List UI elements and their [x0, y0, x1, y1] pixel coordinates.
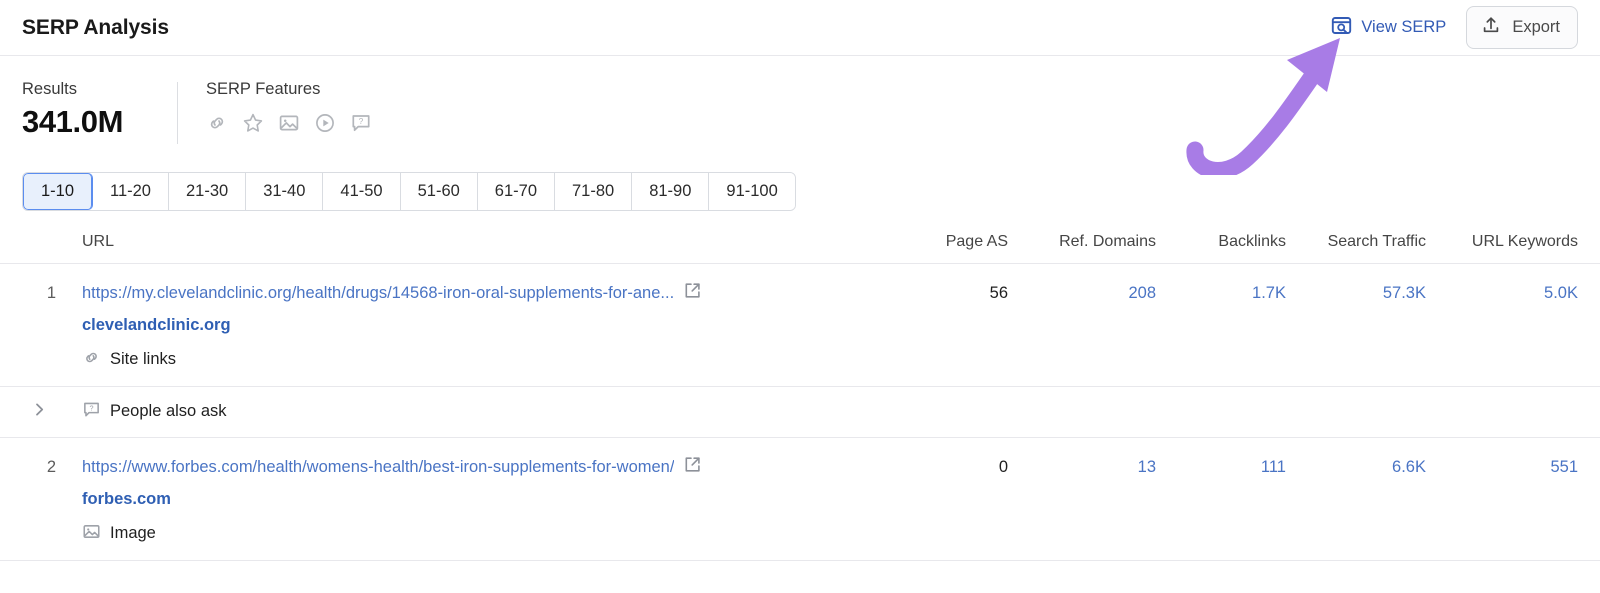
pagination-item-9[interactable]: 81-90	[632, 173, 710, 210]
image-icon	[82, 522, 101, 546]
row-search-traffic[interactable]: 6.6K	[1286, 455, 1426, 480]
column-header-ref-domains[interactable]: Ref. Domains	[1008, 233, 1156, 251]
results-label: Results	[22, 80, 78, 98]
browser-search-icon	[1331, 15, 1352, 41]
column-header-page-as[interactable]: Page AS	[906, 233, 1008, 251]
row-ref-domains[interactable]: 208	[1008, 281, 1156, 306]
export-button[interactable]: Export	[1466, 6, 1578, 49]
view-serp-button[interactable]: View SERP	[1329, 11, 1448, 45]
column-header-url: URL	[82, 232, 115, 250]
serp-features-label: SERP Features	[206, 80, 321, 98]
column-header-url-keywords[interactable]: URL Keywords	[1426, 233, 1578, 251]
external-link-icon[interactable]	[683, 281, 702, 308]
pagination-item-4[interactable]: 31-40	[246, 173, 324, 210]
column-header-backlinks[interactable]: Backlinks	[1156, 233, 1286, 251]
pagination-item-10[interactable]: 91-100	[709, 173, 795, 210]
row-ref-domains[interactable]: 13	[1008, 455, 1156, 480]
row-url-cell: https://my.clevelandclinic.org/health/dr…	[56, 281, 906, 372]
row-url-line: https://my.clevelandclinic.org/health/dr…	[82, 281, 906, 308]
row-url-keywords[interactable]: 5.0K	[1426, 281, 1578, 306]
serp-feature-row-label-wrap: ? People also ask	[56, 400, 227, 424]
row-backlinks[interactable]: 111	[1156, 455, 1286, 480]
row-page-as: 56	[989, 283, 1008, 302]
view-serp-label: View SERP	[1361, 18, 1447, 36]
row-page-as: 0	[998, 457, 1008, 476]
page-title: SERP Analysis	[22, 15, 169, 39]
serp-results-table: URL Page AS Ref. Domains Backlinks Searc…	[0, 233, 1600, 561]
chevron-right-icon	[31, 401, 48, 423]
serp-features-icon-list: ?	[206, 112, 372, 134]
external-link-icon[interactable]	[683, 455, 702, 482]
serp-features-metric: SERP Features ?	[206, 80, 372, 134]
row-search-traffic[interactable]: 57.3K	[1286, 281, 1426, 306]
results-metric: Results 341.0M	[22, 80, 177, 139]
sitelinks-icon[interactable]	[206, 112, 228, 134]
row-serp-feature-label: Image	[110, 524, 156, 543]
table-row: 2 https://www.forbes.com/health/womens-h…	[0, 438, 1600, 561]
results-value: 341.0M	[22, 104, 123, 140]
row-url-line: https://www.forbes.com/health/womens-hea…	[82, 455, 906, 482]
rank-range-pagination[interactable]: 1-10 11-20 21-30 31-40 41-50 51-60 61-70…	[22, 172, 796, 211]
pagination-item-3[interactable]: 21-30	[168, 173, 247, 210]
video-play-icon[interactable]	[314, 112, 336, 134]
row-serp-feature-label: Site links	[110, 350, 177, 369]
table-row: 1 https://my.clevelandclinic.org/health/…	[0, 264, 1600, 387]
pagination-item-5[interactable]: 41-50	[323, 173, 401, 210]
row-serp-feature-tag: Site links	[82, 348, 906, 372]
upload-icon	[1481, 15, 1501, 40]
row-domain-link[interactable]: clevelandclinic.org	[82, 314, 906, 338]
serp-feature-row-label: People also ask	[110, 402, 227, 421]
pagination-item-6[interactable]: 51-60	[400, 173, 478, 210]
svg-text:?: ?	[359, 116, 364, 126]
row-url-link[interactable]: https://my.clevelandclinic.org/health/dr…	[82, 282, 674, 306]
expand-toggle[interactable]	[22, 401, 56, 423]
svg-text:?: ?	[89, 403, 93, 412]
row-domain-link[interactable]: forbes.com	[82, 488, 906, 512]
row-rank: 1	[46, 283, 56, 302]
row-url-link[interactable]: https://www.forbes.com/health/womens-hea…	[82, 456, 674, 480]
row-backlinks[interactable]: 1.7K	[1156, 281, 1286, 306]
summary-divider	[177, 82, 178, 144]
pagination-item-2[interactable]: 11-20	[93, 173, 169, 210]
sitelinks-icon	[82, 348, 101, 372]
row-url-cell: https://www.forbes.com/health/womens-hea…	[56, 455, 906, 546]
row-serp-feature-tag: Image	[82, 522, 906, 546]
people-also-ask-icon[interactable]: ?	[350, 112, 372, 134]
serp-analysis-panel: SERP Analysis View SERP Export Results 3…	[0, 0, 1600, 593]
people-also-ask-icon: ?	[82, 400, 101, 424]
panel-header: SERP Analysis View SERP Export	[0, 0, 1600, 56]
pagination-item-1[interactable]: 1-10	[23, 173, 93, 210]
serp-feature-row-people-also-ask[interactable]: ? People also ask	[0, 387, 1600, 438]
summary-bar: Results 341.0M SERP Features ?	[0, 56, 1600, 148]
row-rank: 2	[46, 457, 56, 476]
reviews-star-icon[interactable]	[242, 112, 264, 134]
pagination-item-8[interactable]: 71-80	[555, 173, 633, 210]
table-header-row: URL Page AS Ref. Domains Backlinks Searc…	[0, 233, 1600, 264]
column-header-search-traffic[interactable]: Search Traffic	[1286, 233, 1426, 251]
header-actions: View SERP Export	[1329, 6, 1578, 49]
image-icon[interactable]	[278, 112, 300, 134]
pagination-item-7[interactable]: 61-70	[477, 173, 555, 210]
export-label: Export	[1512, 18, 1560, 36]
row-url-keywords[interactable]: 551	[1426, 455, 1578, 480]
